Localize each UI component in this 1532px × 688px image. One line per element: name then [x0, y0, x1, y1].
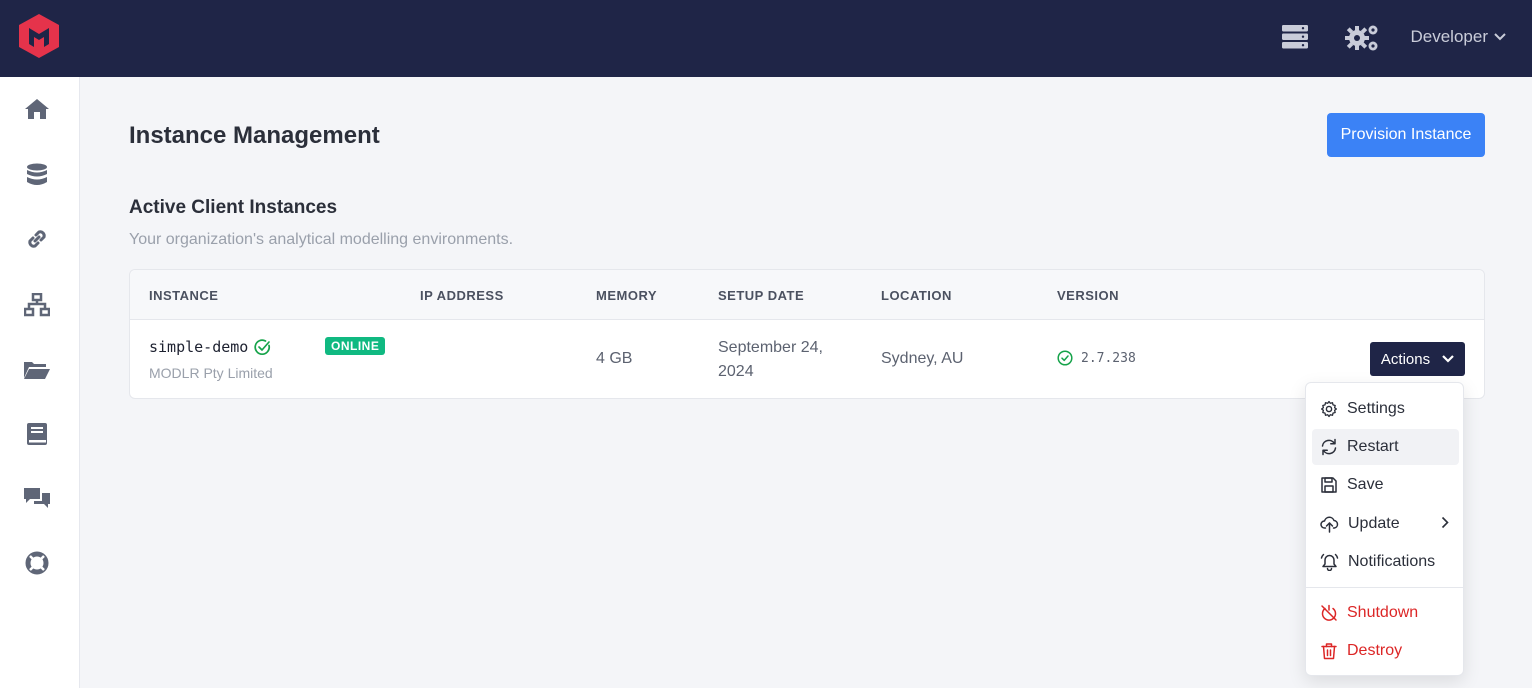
sidebar-item-home[interactable] [22, 94, 52, 124]
gear-icon [1320, 400, 1338, 418]
floppy-disk-icon [1321, 477, 1337, 493]
menu-item-restart[interactable]: Restart [1312, 429, 1459, 465]
menu-item-label: Update [1348, 515, 1400, 532]
section-title: Active Client Instances [129, 197, 338, 218]
instance-name[interactable]: simple-demo [149, 338, 271, 356]
actions-button[interactable]: Actions [1370, 342, 1465, 376]
home-icon [25, 99, 49, 119]
chat-icon [24, 488, 50, 508]
column-header-setup-date: SETUP DATE [718, 288, 805, 303]
top-bar: Developer [0, 0, 1532, 77]
instance-memory: 4 GB [596, 350, 633, 367]
refresh-icon [1321, 438, 1337, 456]
menu-item-notifications[interactable]: Notifications [1312, 544, 1459, 580]
menu-item-settings[interactable]: Settings [1312, 391, 1459, 427]
page-title: Instance Management [129, 122, 380, 149]
actions-menu: Settings Restart Save Update Notificatio… [1305, 382, 1464, 676]
instance-name-text: simple-demo [149, 338, 249, 356]
sidebar-item-connections[interactable] [22, 224, 52, 254]
instance-location: Sydney, AU [881, 350, 964, 367]
trash-icon [1321, 643, 1337, 660]
menu-item-label: Settings [1347, 400, 1405, 417]
actions-label: Actions [1380, 350, 1431, 368]
gears-icon[interactable] [1344, 23, 1380, 53]
menu-item-update[interactable]: Update [1312, 506, 1459, 542]
folder-icon [24, 362, 50, 379]
menu-item-save[interactable]: Save [1312, 467, 1459, 503]
bell-icon [1320, 553, 1339, 571]
menu-item-label: Destroy [1347, 642, 1403, 659]
sidebar-item-files[interactable] [22, 354, 52, 384]
table-header: INSTANCE IP ADDRESS MEMORY SETUP DATE LO… [130, 270, 1484, 320]
link-icon [28, 230, 46, 248]
modlr-logo-icon[interactable] [18, 13, 60, 59]
book-icon [27, 423, 47, 445]
menu-item-shutdown[interactable]: Shutdown [1312, 595, 1459, 631]
check-circle-icon [1057, 350, 1073, 366]
menu-item-label: Notifications [1348, 553, 1436, 570]
sidebar-item-support[interactable] [22, 548, 52, 578]
sidebar-item-database[interactable] [22, 160, 52, 190]
lifebuoy-icon [25, 551, 49, 575]
column-header-ip-address: IP ADDRESS [420, 288, 504, 303]
sidebar-item-messages[interactable] [22, 483, 52, 513]
network-icon [24, 293, 50, 317]
column-header-memory: MEMORY [596, 288, 658, 303]
column-header-location: LOCATION [881, 288, 952, 303]
menu-item-label: Restart [1347, 438, 1399, 455]
column-header-instance: INSTANCE [149, 288, 219, 303]
status-badge: ONLINE [325, 337, 386, 355]
instance-version: 2.7.238 [1057, 350, 1136, 366]
user-menu[interactable]: Developer [1411, 27, 1507, 47]
power-off-icon [1321, 604, 1337, 621]
check-circle-icon [254, 338, 271, 355]
sidebar-item-network[interactable] [22, 290, 52, 320]
sidebar-item-documentation[interactable] [22, 419, 52, 449]
chevron-down-icon [1442, 355, 1454, 363]
menu-divider [1306, 587, 1463, 588]
cloud-upload-icon [1320, 516, 1339, 533]
chevron-down-icon [1494, 33, 1506, 41]
instances-table: INSTANCE IP ADDRESS MEMORY SETUP DATE LO… [129, 269, 1485, 399]
menu-item-label: Save [1347, 476, 1384, 493]
server-stack-icon[interactable] [1281, 24, 1309, 50]
provision-instance-button[interactable]: Provision Instance [1327, 113, 1485, 157]
sidebar [0, 77, 80, 688]
instance-setup-date-line2: 2024 [718, 363, 754, 380]
database-icon [27, 163, 47, 185]
menu-item-label: Shutdown [1347, 604, 1419, 621]
instance-setup-date-line1: September 24, [718, 339, 823, 356]
section-subtitle: Your organization's analytical modelling… [129, 231, 514, 248]
column-header-version: VERSION [1057, 288, 1120, 303]
instance-version-text: 2.7.238 [1081, 350, 1136, 366]
user-label: Developer [1410, 27, 1489, 46]
instance-organization: MODLR Pty Limited [149, 365, 273, 381]
menu-item-destroy[interactable]: Destroy [1312, 633, 1459, 669]
chevron-right-icon [1441, 516, 1449, 529]
